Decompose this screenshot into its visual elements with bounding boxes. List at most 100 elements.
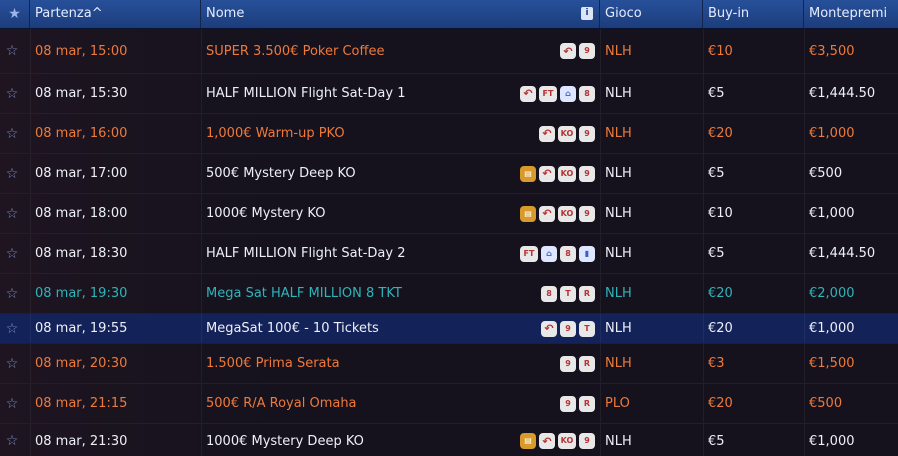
table-row[interactable]: ☆ 08 mar, 18:00 1000€ Mystery KO NLH €10 €1,0… [0, 194, 898, 234]
table-row[interactable]: ☆ 08 mar, 21:15 500€ R/A Royal Omaha PLO €20… [0, 384, 898, 424]
cell-prize-text: €3,500 [809, 43, 855, 59]
favorite-star-icon[interactable]: ☆ [0, 344, 24, 383]
badge-9-icon[interactable]: 9 [560, 320, 576, 337]
column-divider [804, 114, 805, 153]
badge-r-icon[interactable]: R [579, 355, 595, 372]
column-header-name[interactable]: Nome i [201, 0, 600, 28]
badge-ko-icon[interactable]: KO [558, 433, 576, 449]
cell-prize: €1,000 [809, 194, 898, 233]
re-entry-icon[interactable]: ↶ [539, 205, 555, 222]
column-divider [600, 314, 601, 343]
badge-ft-icon[interactable]: FT [520, 245, 538, 262]
badge-r-icon[interactable]: R [579, 285, 595, 302]
table-row[interactable]: ☆ 08 mar, 17:00 500€ Mystery Deep KO NLH €5 €… [0, 154, 898, 194]
cell-buyin-text: €5 [708, 86, 725, 101]
column-divider [600, 154, 601, 193]
flight-icon[interactable]: ⌂ [560, 85, 576, 102]
table-row[interactable]: ☆ 08 mar, 21:30 1000€ Mystery Deep KO NLH €5… [0, 424, 898, 456]
cell-name-text: MegaSat 100€ - 10 Tickets [206, 321, 379, 336]
cell-start-text: 08 mar, 15:30 [35, 86, 128, 101]
favorites-star-icon[interactable]: ★ [0, 0, 30, 28]
cell-name-text: 500€ Mystery Deep KO [206, 166, 356, 181]
cell-buyin: €5 [708, 424, 804, 456]
cell-buyin-text: €3 [708, 356, 725, 371]
tournament-lobby: ★ Partenza^ Nome i Gioco Buy-in Montepre… [0, 0, 898, 456]
column-divider [703, 154, 704, 193]
badge-8-icon[interactable]: 8 [560, 245, 576, 262]
cell-name-text: Mega Sat HALF MILLION 8 TKT [206, 286, 402, 301]
cell-buyin: €5 [708, 234, 804, 273]
cell-start: 08 mar, 21:30 [35, 424, 201, 456]
badge-9-icon[interactable]: 9 [579, 125, 595, 142]
badge-ko-icon[interactable]: KO [558, 125, 576, 142]
favorite-star-icon[interactable]: ☆ [0, 74, 24, 113]
info-icon[interactable]: i [581, 7, 593, 20]
favorite-star-icon[interactable]: ☆ [0, 114, 24, 153]
column-header-buyin[interactable]: Buy-in [703, 0, 804, 28]
badge-9-icon[interactable]: 9 [560, 355, 576, 372]
column-divider [201, 74, 202, 113]
column-header-start[interactable]: Partenza^ [30, 0, 201, 28]
badge-ko-icon[interactable]: KO [558, 165, 576, 182]
table-row[interactable]: ☆ 08 mar, 16:00 1,000€ Warm-up PKO NLH €20 €1… [0, 114, 898, 154]
favorite-star-icon[interactable]: ☆ [0, 234, 24, 273]
column-divider [804, 29, 805, 73]
badge-9-icon[interactable]: 9 [579, 433, 595, 449]
table-row[interactable]: ☆ 08 mar, 19:30 Mega Sat HALF MILLION 8 TK… [0, 274, 898, 314]
badge-t-icon[interactable]: T [560, 285, 576, 302]
favorite-star-icon[interactable]: ☆ [0, 274, 24, 313]
cell-buyin-text: €20 [708, 126, 733, 141]
badge-9-icon[interactable]: 9 [579, 43, 595, 59]
badge-t-icon[interactable]: T [579, 320, 595, 337]
re-entry-icon[interactable]: ↶ [539, 433, 555, 449]
mystery-chest-icon[interactable]: ▤ [520, 165, 536, 182]
cell-buyin-text: €20 [708, 286, 733, 301]
column-header-game[interactable]: Gioco [600, 0, 703, 28]
re-entry-icon[interactable]: ↶ [539, 125, 555, 142]
cell-name: 500€ R/A Royal Omaha [206, 384, 600, 423]
favorite-star-icon[interactable]: ☆ [0, 314, 24, 343]
favorite-star-icon[interactable]: ☆ [0, 424, 24, 456]
stats-icon[interactable]: ▮ [579, 245, 595, 262]
favorite-star-icon[interactable]: ☆ [0, 154, 24, 193]
re-entry-icon[interactable]: ↶ [541, 320, 557, 337]
cell-buyin-text: €5 [708, 166, 725, 181]
badge-8-icon[interactable]: 8 [579, 85, 595, 102]
column-divider [30, 29, 31, 73]
table-row[interactable]: ☆ 08 mar, 19:55 MegaSat 100€ - 10 Tickets N… [0, 314, 898, 344]
favorite-star-icon[interactable]: ☆ [0, 29, 24, 73]
badge-ko-icon[interactable]: KO [558, 205, 576, 222]
mystery-chest-icon[interactable]: ▤ [520, 433, 536, 449]
table-row[interactable]: ☆ 08 mar, 15:30 HALF MILLION Flight Sat-Da… [0, 74, 898, 114]
table-row[interactable]: ☆ 08 mar, 15:00 SUPER 3.500€ Poker Coffee N… [0, 29, 898, 74]
badge-9-icon[interactable]: 9 [579, 205, 595, 222]
cell-prize-text: €1,000 [809, 321, 855, 336]
cell-game: NLH [605, 424, 703, 456]
re-entry-icon[interactable]: ↶ [560, 43, 576, 59]
cell-prize-text: €500 [809, 166, 843, 181]
badge-8-icon[interactable]: 8 [541, 285, 557, 302]
mystery-chest-icon[interactable]: ▤ [520, 205, 536, 222]
table-row[interactable]: ☆ 08 mar, 18:30 HALF MILLION Flight Sat-Da… [0, 234, 898, 274]
badge-9-icon[interactable]: 9 [579, 165, 595, 182]
cell-prize-text: €1,444.50 [809, 86, 876, 101]
column-divider [30, 74, 31, 113]
cell-buyin: €3 [708, 344, 804, 383]
badge-ft-icon[interactable]: FT [539, 85, 557, 102]
flight-icon[interactable]: ⌂ [541, 245, 557, 262]
cell-start: 08 mar, 18:30 [35, 234, 201, 273]
table-row[interactable]: ☆ 08 mar, 20:30 1.500€ Prima Serata NLH €3 €1… [0, 344, 898, 384]
cell-prize: €1,000 [809, 424, 898, 456]
column-divider [201, 154, 202, 193]
badge-9-icon[interactable]: 9 [560, 395, 576, 412]
badge-r-icon[interactable]: R [579, 395, 595, 412]
re-entry-icon[interactable]: ↶ [520, 85, 536, 102]
tournament-feature-icons: ↶ 9 [560, 29, 600, 73]
column-header-prize[interactable]: Montepremi [804, 0, 898, 28]
re-entry-icon[interactable]: ↶ [539, 165, 555, 182]
favorite-star-icon[interactable]: ☆ [0, 384, 24, 423]
column-divider [804, 154, 805, 193]
cell-buyin-text: €20 [708, 396, 733, 411]
favorite-star-icon[interactable]: ☆ [0, 194, 24, 233]
column-divider [201, 234, 202, 273]
